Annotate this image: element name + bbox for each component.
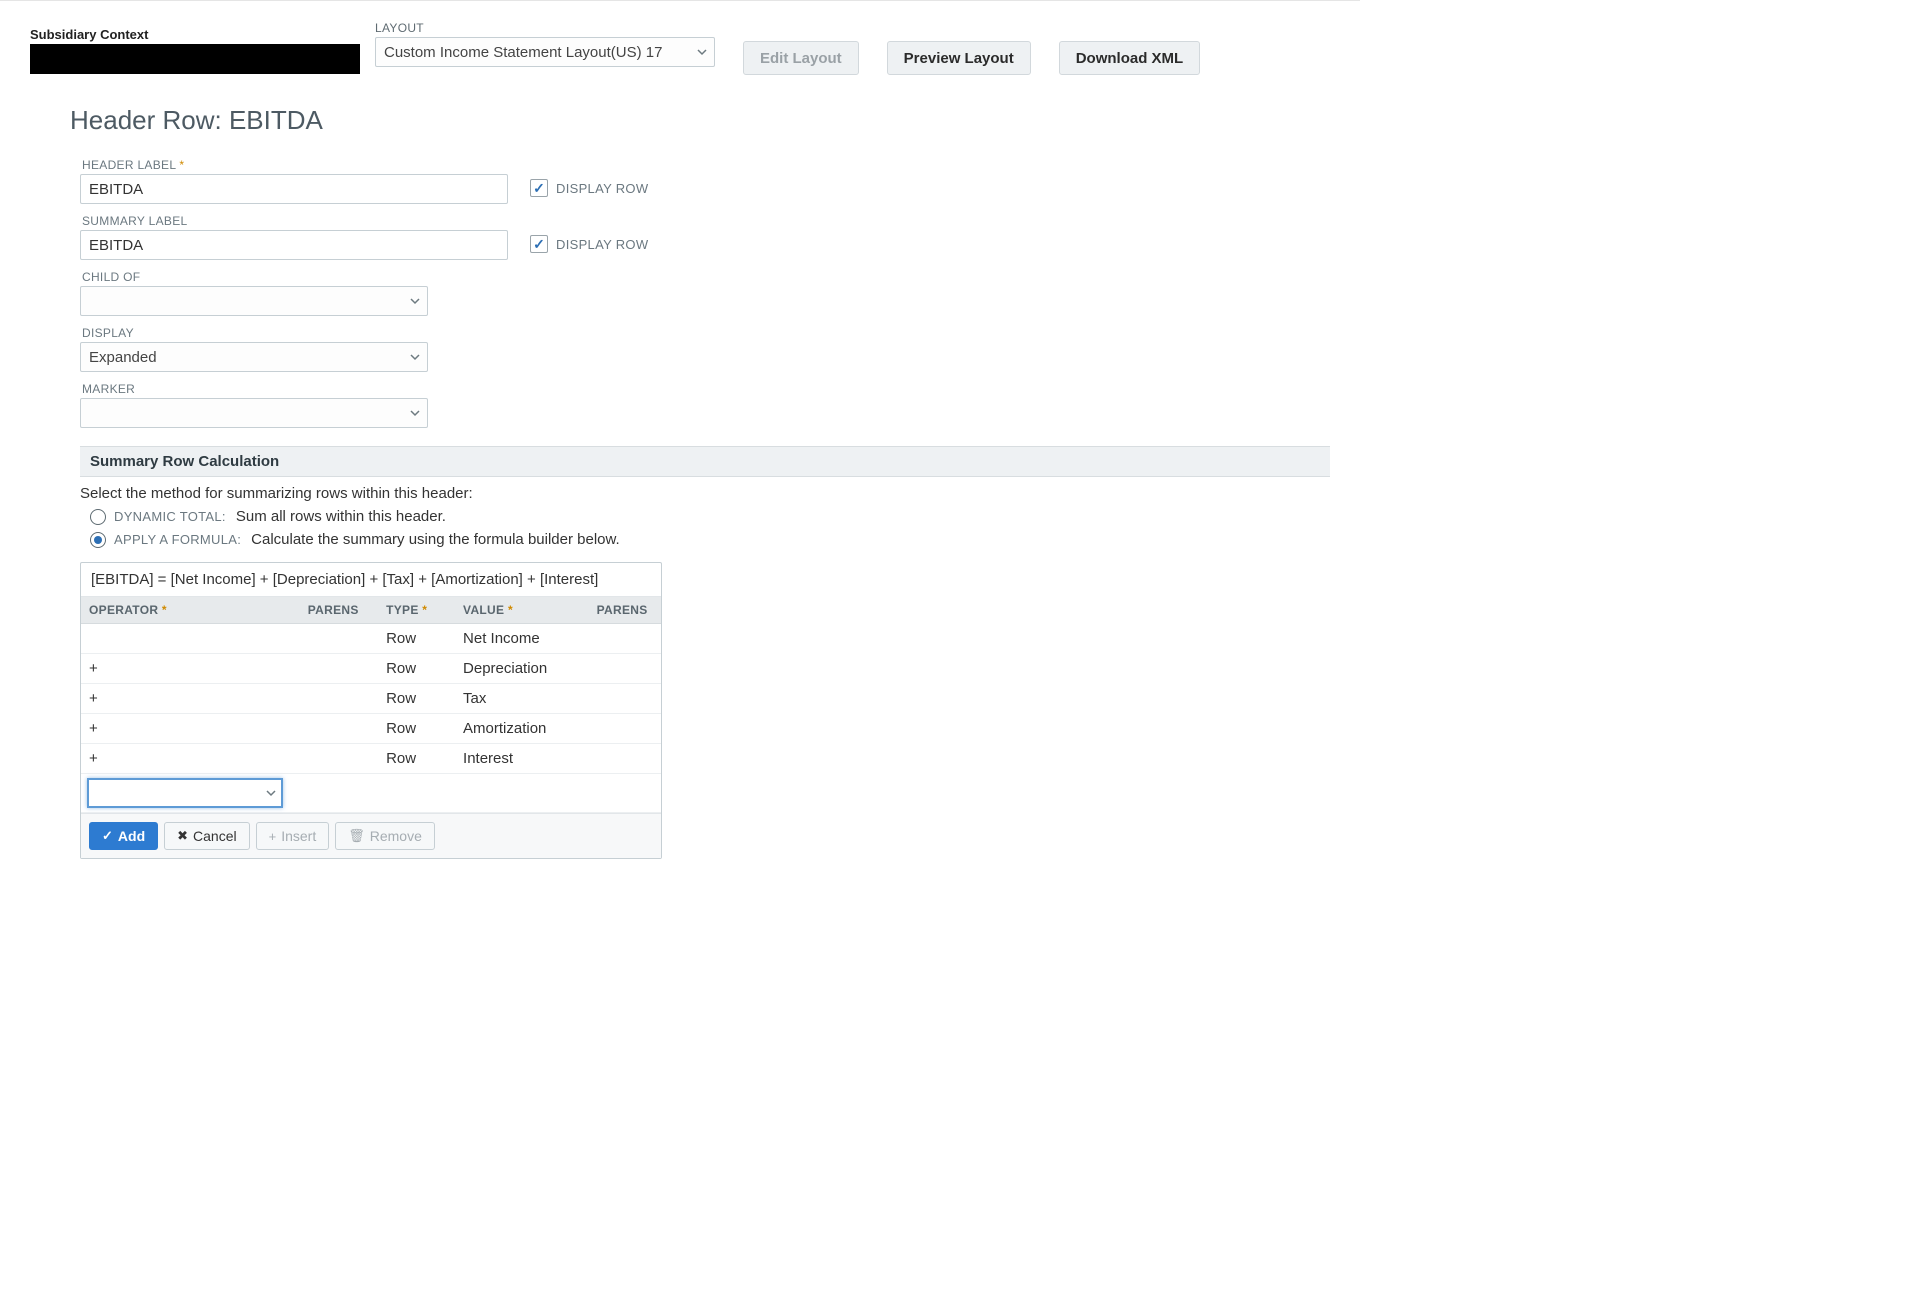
edit-layout-button[interactable]: Edit Layout — [743, 41, 859, 75]
child-of-dropdown[interactable] — [80, 286, 428, 316]
operator-edit-dropdown[interactable] — [87, 778, 283, 808]
dynamic-total-radio[interactable] — [90, 509, 106, 525]
apply-formula-desc: Calculate the summary using the formula … — [251, 531, 620, 548]
display-caption: DISPLAY — [82, 326, 428, 340]
marker-dropdown[interactable] — [80, 398, 428, 428]
cell-value: Depreciation — [455, 654, 589, 684]
header-display-row-label: DISPLAY ROW — [556, 181, 648, 196]
summary-label-input[interactable] — [80, 230, 508, 260]
download-xml-button[interactable]: Download XML — [1059, 41, 1201, 75]
cell-operator: + — [81, 684, 300, 714]
formula-action-bar: ✓ Add ✖ Cancel + Insert 🗑 Remove — [81, 813, 661, 858]
table-row[interactable]: + RowInterest — [81, 744, 661, 774]
add-button[interactable]: ✓ Add — [89, 822, 158, 850]
cell-parens2 — [589, 654, 661, 684]
formula-table: OPERATOR * PARENS TYPE * VALUE * PARENS … — [81, 597, 661, 813]
cell-type: Row — [378, 684, 455, 714]
header-label-input[interactable] — [80, 174, 508, 204]
required-star-icon: * — [176, 158, 184, 172]
insert-button[interactable]: + Insert — [256, 822, 330, 850]
display-dropdown[interactable]: Expanded — [80, 342, 428, 372]
dynamic-total-desc: Sum all rows within this header. — [236, 508, 446, 525]
subsidiary-context-value-redacted — [30, 44, 360, 74]
header-display-row-checkbox[interactable]: ✓ — [530, 179, 548, 197]
cell-value: Amortization — [455, 714, 589, 744]
formula-panel: [EBITDA] = [Net Income] + [Depreciation]… — [80, 562, 662, 859]
table-row[interactable]: RowNet Income — [81, 624, 661, 654]
cell-parens2 — [589, 624, 661, 654]
chevron-down-icon — [696, 46, 708, 58]
summary-row-calculation-desc: Select the method for summarizing rows w… — [80, 485, 1330, 502]
plus-icon: + — [269, 829, 277, 844]
cell-parens2 — [589, 744, 661, 774]
formula-display: [EBITDA] = [Net Income] + [Depreciation]… — [81, 563, 661, 597]
col-parens-open: PARENS — [300, 597, 378, 624]
cell-type: Row — [378, 654, 455, 684]
cell-operator — [81, 624, 300, 654]
preview-layout-button[interactable]: Preview Layout — [887, 41, 1031, 75]
table-row[interactable]: + RowAmortization — [81, 714, 661, 744]
cancel-button[interactable]: ✖ Cancel — [164, 822, 250, 850]
marker-caption: MARKER — [82, 382, 428, 396]
cell-type: Row — [378, 714, 455, 744]
summary-display-row-checkbox[interactable]: ✓ — [530, 235, 548, 253]
check-icon: ✓ — [102, 828, 113, 844]
cell-parens1 — [300, 654, 378, 684]
cell-parens2 — [589, 714, 661, 744]
subsidiary-context-label: Subsidiary Context — [30, 21, 360, 44]
apply-formula-radio[interactable] — [90, 532, 106, 548]
cell-operator: + — [81, 714, 300, 744]
col-parens-close: PARENS — [589, 597, 661, 624]
summary-label-caption: SUMMARY LABEL — [82, 214, 508, 228]
cell-parens1 — [300, 714, 378, 744]
table-row[interactable]: + RowDepreciation — [81, 654, 661, 684]
display-value: Expanded — [89, 349, 157, 366]
col-value: VALUE * — [455, 597, 589, 624]
cell-operator: + — [81, 654, 300, 684]
chevron-down-icon — [409, 295, 421, 307]
layout-dropdown-value: Custom Income Statement Layout(US) 17 — [384, 44, 662, 61]
cell-value: Interest — [455, 744, 589, 774]
remove-button[interactable]: 🗑 Remove — [335, 822, 435, 850]
layout-label: LAYOUT — [375, 21, 715, 37]
cell-parens1 — [300, 624, 378, 654]
cell-value: Net Income — [455, 624, 589, 654]
summary-display-row-label: DISPLAY ROW — [556, 237, 648, 252]
col-operator: OPERATOR * — [81, 597, 300, 624]
chevron-down-icon — [409, 407, 421, 419]
table-row[interactable]: + RowTax — [81, 684, 661, 714]
cell-value: Tax — [455, 684, 589, 714]
cell-type: Row — [378, 624, 455, 654]
header-label-caption: HEADER LABEL* — [82, 158, 508, 172]
cell-operator: + — [81, 744, 300, 774]
formula-edit-row[interactable] — [81, 774, 661, 813]
cell-parens2 — [589, 684, 661, 714]
apply-formula-label: APPLY A FORMULA: — [114, 532, 241, 547]
layout-dropdown[interactable]: Custom Income Statement Layout(US) 17 — [375, 37, 715, 67]
summary-row-calculation-header: Summary Row Calculation — [80, 446, 1330, 477]
col-type: TYPE * — [378, 597, 455, 624]
child-of-caption: CHILD OF — [82, 270, 428, 284]
cell-parens1 — [300, 744, 378, 774]
cell-type: Row — [378, 744, 455, 774]
dynamic-total-label: DYNAMIC TOTAL: — [114, 509, 226, 524]
trash-icon: 🗑 — [348, 828, 365, 844]
chevron-down-icon — [409, 351, 421, 363]
cell-parens1 — [300, 684, 378, 714]
chevron-down-icon — [265, 787, 277, 799]
close-icon: ✖ — [177, 828, 188, 844]
section-title: Header Row: EBITDA — [70, 105, 1330, 136]
